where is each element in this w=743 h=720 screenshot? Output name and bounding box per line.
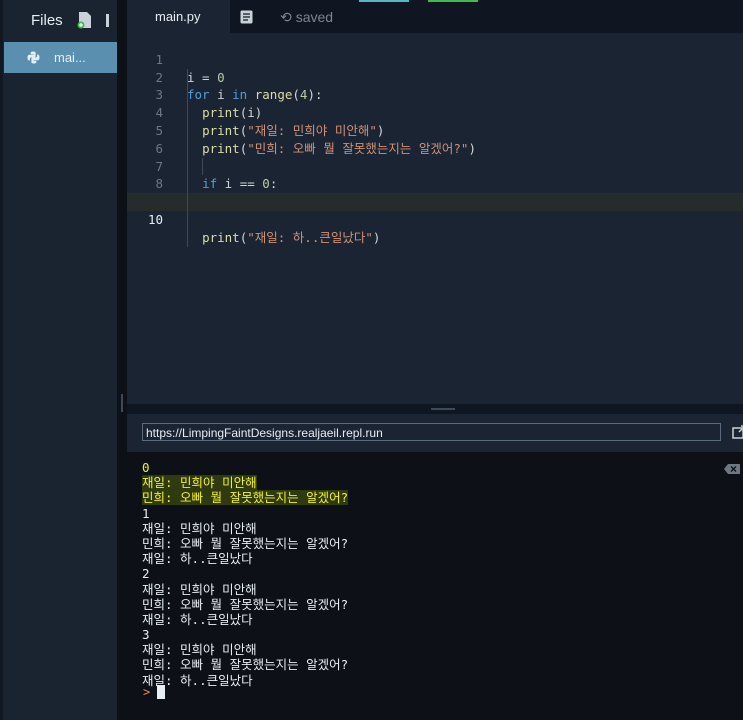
console-line: 재일: 하..큰일났다: [142, 551, 253, 567]
code-editor[interactable]: main.py ⟲ saved 1 i = 0 2 for i in range(…: [127, 0, 743, 404]
code-line: 6: [127, 122, 743, 156]
file-sidebar: Files mai...: [0, 0, 117, 720]
console-pane[interactable]: 0 재일: 민희야 미안해 민희: 오빠 뭘 잘못했는지는 알겠어? 1 재일:…: [127, 452, 743, 720]
code-line: 3 print(i): [127, 69, 743, 120]
console-line: 2: [142, 566, 150, 582]
files-title: Files: [31, 12, 63, 29]
save-status-label: saved: [295, 9, 334, 25]
code-line: 1 i = 0: [127, 33, 743, 85]
code-line: 9: [127, 175, 743, 209]
console-line: 재일: 민희야 미안해: [142, 475, 257, 491]
console-line: 1: [142, 505, 150, 521]
indent-guide: [202, 157, 203, 176]
code-line: 4 print("재일: 민희야 미안해"): [127, 86, 743, 138]
toolbar-accent-cyan: [359, 0, 409, 2]
code-line: 7 if i == 0:: [127, 140, 743, 192]
editor-tabbar: main.py ⟲ saved: [127, 0, 743, 33]
console-line: 재일: 하..큰일났다: [142, 672, 253, 688]
file-item-main-py[interactable]: mai...: [4, 42, 117, 73]
console-output: 0 재일: 민희야 미안해 민희: 오빠 뭘 잘못했는지는 알겠어? 1 재일:…: [142, 460, 349, 688]
open-in-new-tab-icon[interactable]: [732, 425, 743, 439]
console-line: 재일: 하..큰일났다: [142, 611, 253, 627]
console-line: 재일: 민희야 미안해: [142, 642, 257, 658]
save-status: ⟲ saved: [280, 9, 333, 26]
code-line: 2 for i in range(4):: [127, 51, 743, 103]
code-line: 5 print("민희: 오빠 뭘 잘못했는지는 알겠어?"): [127, 104, 743, 156]
toolbar-accent-green: [428, 0, 478, 2]
code-text: print("재일: 하..큰일났다"): [202, 229, 381, 245]
webview-url-field[interactable]: https://LimpingFaintDesigns.realjaeil.re…: [142, 423, 721, 441]
sidebar-edge: [0, 0, 3, 720]
console-cursor[interactable]: [157, 685, 165, 699]
console-line: 민희: 오빠 뭘 잘못했는지는 알겠어?: [142, 596, 349, 612]
console-line: 3: [142, 627, 150, 643]
webview-bar: https://LimpingFaintDesigns.realjaeil.re…: [127, 414, 743, 452]
add-file-icon[interactable]: [77, 11, 93, 29]
add-folder-icon[interactable]: [106, 14, 109, 27]
console-line: 0: [142, 460, 150, 475]
code-line: 8 continue: [127, 158, 743, 209]
console-line: 재일: 민희야 미안해: [142, 520, 257, 536]
tab-main-py[interactable]: main.py: [127, 0, 230, 33]
pane-resize-handle[interactable]: [127, 404, 743, 414]
console-prompt: >: [143, 685, 151, 699]
indent-guide: [187, 68, 188, 247]
console-line: 민희: 오빠 뭘 잘못했는지는 알겠어?: [142, 490, 349, 506]
resize-grip: [121, 394, 123, 412]
file-item-label: mai...: [54, 50, 86, 65]
code-line-current: 10 print("재일: 하..큰일났다"): [127, 193, 743, 245]
python-icon: [27, 51, 40, 64]
console-line: 민희: 오빠 뭘 잘못했는지는 알겠어?: [142, 657, 349, 673]
sidebar-resize-handle[interactable]: [117, 0, 127, 720]
clear-console-icon[interactable]: [724, 464, 740, 474]
document-icon[interactable]: [240, 10, 253, 24]
history-icon: ⟲: [280, 9, 292, 25]
console-line: 재일: 민희야 미안해: [142, 581, 257, 597]
console-line: 민희: 오빠 뭘 잘못했는지는 알겠어?: [142, 535, 349, 551]
line-number: 10: [147, 211, 163, 227]
resize-grip: [431, 408, 455, 410]
tab-label: main.py: [155, 9, 201, 24]
code-area[interactable]: 1 i = 0 2 for i in range(4): 3 print(i) …: [127, 33, 743, 247]
